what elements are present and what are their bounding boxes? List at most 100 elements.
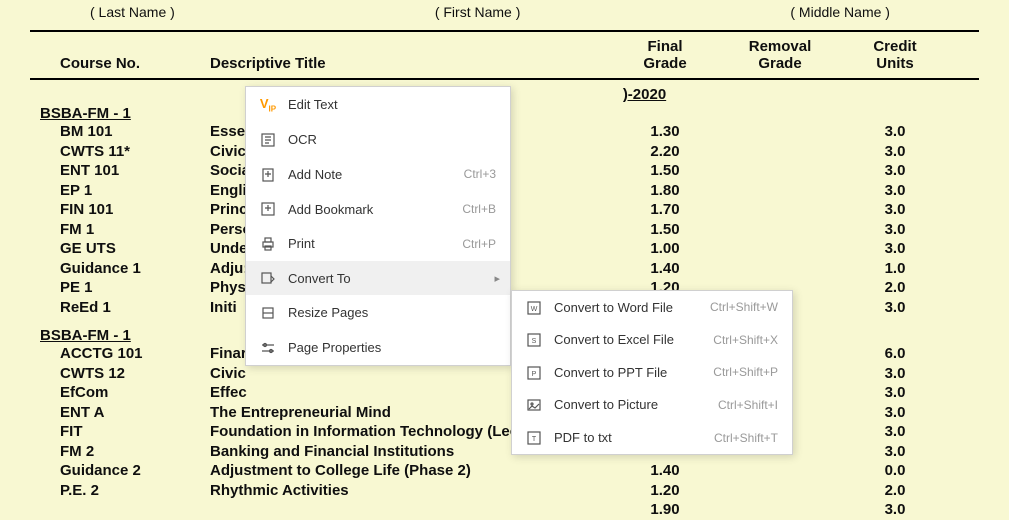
cell-final: 1.00 <box>610 239 720 259</box>
convert-icon <box>256 270 280 287</box>
cell-credit: 3.0 <box>840 200 950 220</box>
menu-label: OCR <box>288 132 500 147</box>
table-row: FM 2Banking and Financial Institutions3.… <box>30 442 979 462</box>
svg-text:W: W <box>531 306 538 313</box>
menu-label: Convert To <box>288 271 488 286</box>
table-row: 1.90 3.0 <box>30 500 979 520</box>
txt-icon: T <box>522 429 546 446</box>
cell-course: CWTS 12 <box>30 364 210 384</box>
submenu-picture[interactable]: Convert to Picture Ctrl+Shift+I <box>512 389 792 422</box>
cell-course <box>30 500 210 520</box>
menu-page-properties[interactable]: Page Properties <box>246 330 510 365</box>
cell-course: FIT <box>30 422 210 442</box>
menu-add-bookmark[interactable]: Add Bookmark Ctrl+B <box>246 192 510 227</box>
table-row: P.E. 2Rhythmic Activities1.202.0 <box>30 481 979 501</box>
table-row: Guidance 2Adjustment to College Life (Ph… <box>30 461 979 481</box>
cell-credit: 1.0 <box>840 259 950 279</box>
cell-course: ENT A <box>30 403 210 423</box>
menu-add-note[interactable]: Add Note Ctrl+3 <box>246 157 510 192</box>
convert-submenu: W Convert to Word File Ctrl+Shift+W S Co… <box>511 290 793 455</box>
picture-icon <box>522 397 546 414</box>
cell-course: ENT 101 <box>30 161 210 181</box>
context-menu: VIP Edit Text OCR Add Note Ctrl+3 Add Bo… <box>245 86 511 366</box>
menu-label: Convert to Picture <box>554 397 718 412</box>
print-icon <box>256 235 280 252</box>
svg-text:P: P <box>532 371 537 378</box>
cell-credit: 3.0 <box>840 122 950 142</box>
table-header: Course No. Descriptive Title FinalGrade … <box>30 30 979 80</box>
menu-shortcut: Ctrl+Shift+X <box>713 333 778 347</box>
cell-course: FIN 101 <box>30 200 210 220</box>
cell-removal <box>720 161 840 181</box>
ocr-icon <box>256 132 280 149</box>
last-name-label: ( Last Name ) <box>90 4 175 20</box>
cell-credit: 2.0 <box>840 278 950 298</box>
cell-course: FM 2 <box>30 442 210 462</box>
menu-label: Convert to PPT File <box>554 365 713 380</box>
ppt-icon: P <box>522 364 546 381</box>
cell-credit: 3.0 <box>840 500 950 520</box>
word-icon: W <box>522 299 546 316</box>
cell-final: 1.90 <box>610 500 720 520</box>
submenu-excel[interactable]: S Convert to Excel File Ctrl+Shift+X <box>512 324 792 357</box>
header-title: Descriptive Title <box>210 55 610 72</box>
table-row: ENT AThe Entrepreneurial Mind3.0 <box>30 403 979 423</box>
cell-credit: 6.0 <box>840 344 950 364</box>
cell-removal <box>720 239 840 259</box>
cell-removal <box>720 200 840 220</box>
cell-course: BM 101 <box>30 122 210 142</box>
cell-course: ReEd 1 <box>30 298 210 318</box>
menu-shortcut: Ctrl+B <box>462 202 496 216</box>
cell-credit: 3.0 <box>840 364 950 384</box>
cell-credit: 3.0 <box>840 239 950 259</box>
menu-ocr[interactable]: OCR <box>246 123 510 158</box>
submenu-ppt[interactable]: P Convert to PPT File Ctrl+Shift+P <box>512 356 792 389</box>
cell-final: 1.80 <box>610 181 720 201</box>
excel-icon: S <box>522 332 546 349</box>
menu-label: Add Note <box>288 167 464 182</box>
cell-course: CWTS 11* <box>30 142 210 162</box>
cell-course: Guidance 2 <box>30 461 210 481</box>
cell-credit: 3.0 <box>840 161 950 181</box>
cell-credit: 3.0 <box>840 142 950 162</box>
submenu-word[interactable]: W Convert to Word File Ctrl+Shift+W <box>512 291 792 324</box>
cell-title: Rhythmic Activities <box>210 481 610 501</box>
cell-course: FM 1 <box>30 220 210 240</box>
cell-credit: 3.0 <box>840 181 950 201</box>
menu-label: Resize Pages <box>288 305 500 320</box>
cell-final: 1.40 <box>610 259 720 279</box>
cell-credit: 0.0 <box>840 461 950 481</box>
menu-convert-to[interactable]: Convert To ▸ <box>246 261 510 296</box>
menu-resize-pages[interactable]: Resize Pages <box>246 295 510 330</box>
menu-label: Convert to Word File <box>554 300 710 315</box>
cell-credit: 3.0 <box>840 298 950 318</box>
cell-removal <box>720 259 840 279</box>
header-final: FinalGrade <box>610 38 720 72</box>
bookmark-icon <box>256 201 280 218</box>
svg-text:T: T <box>532 436 537 443</box>
cell-course: GE UTS <box>30 239 210 259</box>
cell-credit: 3.0 <box>840 442 950 462</box>
cell-removal <box>720 220 840 240</box>
cell-final: 2.20 <box>610 142 720 162</box>
cell-course: ACCTG 101 <box>30 344 210 364</box>
cell-course: EP 1 <box>30 181 210 201</box>
menu-label: Print <box>288 236 462 251</box>
cell-credit: 3.0 <box>840 422 950 442</box>
cell-credit: 3.0 <box>840 383 950 403</box>
menu-label: PDF to txt <box>554 430 714 445</box>
menu-label: Add Bookmark <box>288 202 462 217</box>
properties-icon <box>256 339 280 356</box>
cell-removal <box>720 122 840 142</box>
table-row: FITFoundation in Information Technology … <box>30 422 979 442</box>
resize-icon <box>256 304 280 321</box>
svg-text:S: S <box>532 338 537 345</box>
cell-title <box>210 500 610 520</box>
cell-final: 1.30 <box>610 122 720 142</box>
cell-final: 1.70 <box>610 200 720 220</box>
header-credit: CreditUnits <box>840 38 950 72</box>
cell-final: 1.20 <box>610 481 720 501</box>
menu-print[interactable]: Print Ctrl+P <box>246 226 510 261</box>
menu-edit-text[interactable]: VIP Edit Text <box>246 87 510 123</box>
submenu-txt[interactable]: T PDF to txt Ctrl+Shift+T <box>512 421 792 454</box>
